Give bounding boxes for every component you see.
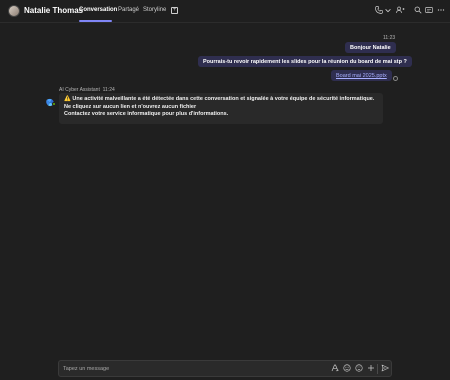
screen-share-icon[interactable] [425, 6, 433, 17]
outgoing-timestamp: 11:23 [383, 35, 396, 41]
active-tab-indicator [79, 20, 112, 22]
message-line-1: ⚠️ Une activité malveillante a été détec… [64, 96, 378, 104]
message-line-3: Contactez votre service informatique pou… [64, 111, 229, 117]
more-options-icon[interactable] [437, 6, 445, 17]
tab-partage[interactable]: Partagé [118, 7, 139, 13]
call-icon[interactable] [375, 6, 383, 17]
attach-plus-icon[interactable] [367, 364, 375, 375]
search-icon[interactable] [414, 6, 422, 17]
warning-icon: ⚠️ [64, 96, 71, 102]
outgoing-message[interactable]: Pourrais-tu revoir rapidement les slides… [198, 56, 412, 67]
incoming-message[interactable]: ⚠️ Une activité malveillante a été détec… [59, 93, 383, 124]
chevron-down-icon[interactable] [385, 8, 391, 16]
contact-name[interactable]: Natalie Thomas [24, 6, 83, 15]
add-tab-button[interactable]: + [171, 7, 178, 14]
message-line-2: Ne cliquez sur aucun lien et n'ouvrez au… [64, 103, 197, 110]
message-text: Une activité malveillante a été détectée… [72, 96, 375, 102]
compose-divider [377, 364, 378, 374]
people-icon[interactable] [396, 6, 405, 17]
message-input[interactable] [63, 364, 313, 374]
sticker-icon[interactable] [355, 364, 363, 375]
chat-header: Natalie Thomas Conversation Partagé Stor… [0, 0, 450, 23]
tab-storyline[interactable]: Storyline [143, 7, 166, 13]
format-icon[interactable] [331, 364, 339, 375]
compose-box [58, 360, 392, 377]
outgoing-message[interactable]: Bonjour Natalie [345, 42, 396, 53]
emoji-icon[interactable] [343, 364, 351, 375]
send-icon[interactable] [381, 364, 389, 375]
sent-status-icon [393, 76, 398, 81]
tab-conversation[interactable]: Conversation [79, 7, 117, 13]
presence-status-icon [52, 102, 56, 106]
avatar[interactable] [8, 5, 20, 17]
file-attachment-link[interactable]: Board mai 2025.pptx [331, 70, 392, 81]
